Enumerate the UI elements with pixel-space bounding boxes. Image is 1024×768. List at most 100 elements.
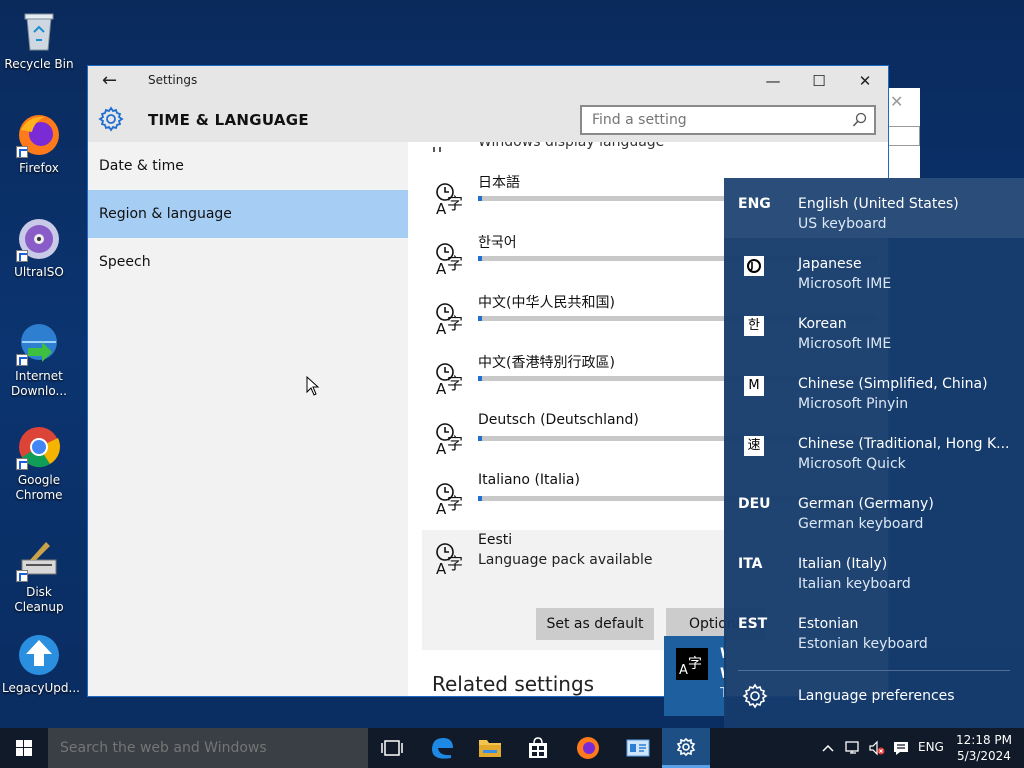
notification-toast[interactable]: A字 W W T	[664, 636, 735, 716]
flyout-item-chinese-traditional[interactable]: 速 Chinese (Traditional, Hong K... Micros…	[724, 418, 1024, 478]
flyout-item-english[interactable]: ENG English (United States) US keyboard	[724, 178, 1024, 238]
keyboard-name: Italian keyboard	[798, 576, 911, 592]
recycle-bin-icon	[16, 8, 62, 54]
taskbar: ENG 12:18 PM 5/3/2024	[0, 728, 1024, 768]
shortcut-arrow-icon	[16, 458, 28, 470]
desktop-icon-google-chrome[interactable]: Google Chrome	[2, 424, 76, 503]
language-name: Japanese	[798, 256, 862, 272]
taskbar-file-explorer[interactable]	[466, 728, 514, 768]
volume-muted-icon[interactable]	[868, 740, 886, 768]
shortcut-arrow-icon	[16, 250, 28, 262]
search-box-fragment	[884, 126, 920, 146]
language-name: Chinese (Traditional, Hong K...	[798, 436, 1010, 452]
taskbar-store[interactable]	[514, 728, 562, 768]
keyboard-name: US keyboard	[798, 216, 887, 232]
language-name: Eesti	[478, 532, 513, 548]
sidebar-item-date-time[interactable]: Date & time	[88, 142, 408, 190]
close-icon: ✕	[890, 92, 904, 111]
keyboard-name: Microsoft IME	[798, 276, 892, 292]
chrome-icon	[16, 424, 62, 470]
gear-icon	[98, 106, 124, 136]
search-input[interactable]	[582, 107, 832, 133]
desktop-icon-label: Firefox	[19, 161, 59, 175]
window-title: Settings	[148, 73, 198, 87]
sidebar-item-speech[interactable]: Speech	[88, 238, 408, 286]
svg-text:字: 字	[447, 434, 463, 453]
keyboard-name: Microsoft IME	[798, 336, 892, 352]
chevron-up-icon[interactable]	[820, 740, 836, 768]
language-icon-clipped	[432, 142, 452, 152]
desktop-icon-recycle-bin[interactable]: Recycle Bin	[2, 8, 76, 72]
firefox-icon	[577, 737, 599, 759]
task-view-button[interactable]	[368, 728, 416, 768]
svg-text:A: A	[436, 500, 447, 516]
language-icon: A字	[434, 362, 468, 400]
svg-text:A: A	[436, 380, 447, 396]
language-icon: A字	[434, 182, 468, 220]
taskbar-edge[interactable]	[418, 728, 466, 768]
svg-text:A: A	[436, 260, 447, 276]
taskbar-clock[interactable]: 12:18 PM 5/3/2024	[950, 732, 1018, 764]
keyboard-name: Estonian keyboard	[798, 636, 928, 652]
taskbar-control-panel[interactable]	[614, 728, 662, 768]
clock-time: 12:18 PM	[956, 733, 1012, 747]
flyout-item-german[interactable]: DEU German (Germany) German keyboard	[724, 478, 1024, 538]
sidebar-item-region-language[interactable]: Region & language	[88, 190, 408, 238]
action-center-icon[interactable]	[892, 739, 910, 768]
language-preferences-label: Language preferences	[798, 688, 955, 704]
taskbar-settings[interactable]	[662, 728, 710, 768]
input-language-flyout: ENG English (United States) US keyboard …	[724, 178, 1024, 728]
search-icon[interactable]	[852, 112, 868, 132]
desktop-icon-ultraiso[interactable]: UltraISO	[2, 216, 76, 280]
input-language-indicator[interactable]: ENG	[918, 740, 944, 768]
desktop-icon-legacyupdate[interactable]: LegacyUpd...	[2, 632, 80, 696]
desktop-icon-label: Google Chrome	[15, 473, 63, 502]
firefox-icon	[16, 112, 62, 158]
svg-text:A: A	[436, 200, 447, 216]
legacy-update-icon	[16, 632, 62, 678]
japanese-ime-icon	[744, 256, 764, 276]
keyboard-name: Microsoft Pinyin	[798, 396, 909, 412]
task-view-icon	[381, 740, 403, 756]
language-name: 中文(香港特別行政區)	[478, 355, 615, 371]
settings-sidebar: Date & time Region & language Speech	[88, 142, 408, 696]
back-button[interactable]: ←	[102, 70, 117, 91]
language-name: 한국어	[478, 235, 517, 251]
page-title: TIME & LANGUAGE	[148, 111, 309, 129]
desktop-icon-internet-download-manager[interactable]: Internet Downlo...	[2, 320, 76, 399]
shortcut-arrow-icon	[16, 146, 28, 158]
clock-date: 5/3/2024	[957, 749, 1011, 763]
folder-icon	[479, 740, 501, 757]
language-name: German (Germany)	[798, 496, 934, 512]
taskbar-search-input[interactable]	[48, 728, 348, 768]
desktop-icon-label: Recycle Bin	[4, 57, 74, 71]
language-code: DEU	[738, 496, 771, 512]
svg-text:字: 字	[447, 374, 463, 393]
language-name: 中文(中华人民共和国)	[478, 295, 615, 311]
flyout-item-chinese-simplified[interactable]: M Chinese (Simplified, China) Microsoft …	[724, 358, 1024, 418]
shortcut-arrow-icon	[16, 354, 28, 366]
mouse-cursor-icon	[306, 376, 320, 396]
download-manager-icon	[16, 320, 62, 366]
language-name: Chinese (Simplified, China)	[798, 376, 988, 392]
language-preferences-link[interactable]: Language preferences	[724, 675, 1024, 719]
close-button[interactable]: ✕	[842, 66, 888, 96]
flyout-item-italian[interactable]: ITA Italian (Italy) Italian keyboard	[724, 538, 1024, 598]
desktop-icon-firefox[interactable]: Firefox	[2, 112, 76, 176]
minimize-button[interactable]: —	[750, 66, 796, 96]
desktop-icon-disk-cleanup[interactable]: Disk Cleanup	[2, 536, 76, 615]
network-icon[interactable]	[844, 740, 862, 768]
flyout-item-japanese[interactable]: Japanese Microsoft IME	[724, 238, 1024, 298]
maximize-button[interactable]: ☐	[796, 66, 842, 96]
title-bar: ← Settings — ☐ ✕	[88, 66, 888, 96]
flyout-item-estonian[interactable]: EST Estonian Estonian keyboard	[724, 598, 1024, 658]
set-as-default-button[interactable]: Set as default	[536, 608, 654, 640]
language-icon: A字	[434, 242, 468, 280]
taskbar-search	[48, 728, 368, 768]
language-status: Language pack available	[478, 552, 653, 568]
find-setting-search	[580, 105, 876, 135]
taskbar-firefox[interactable]	[564, 728, 612, 768]
windows-logo-icon	[16, 740, 32, 756]
start-button[interactable]	[0, 728, 48, 768]
flyout-item-korean[interactable]: 한 Korean Microsoft IME	[724, 298, 1024, 358]
